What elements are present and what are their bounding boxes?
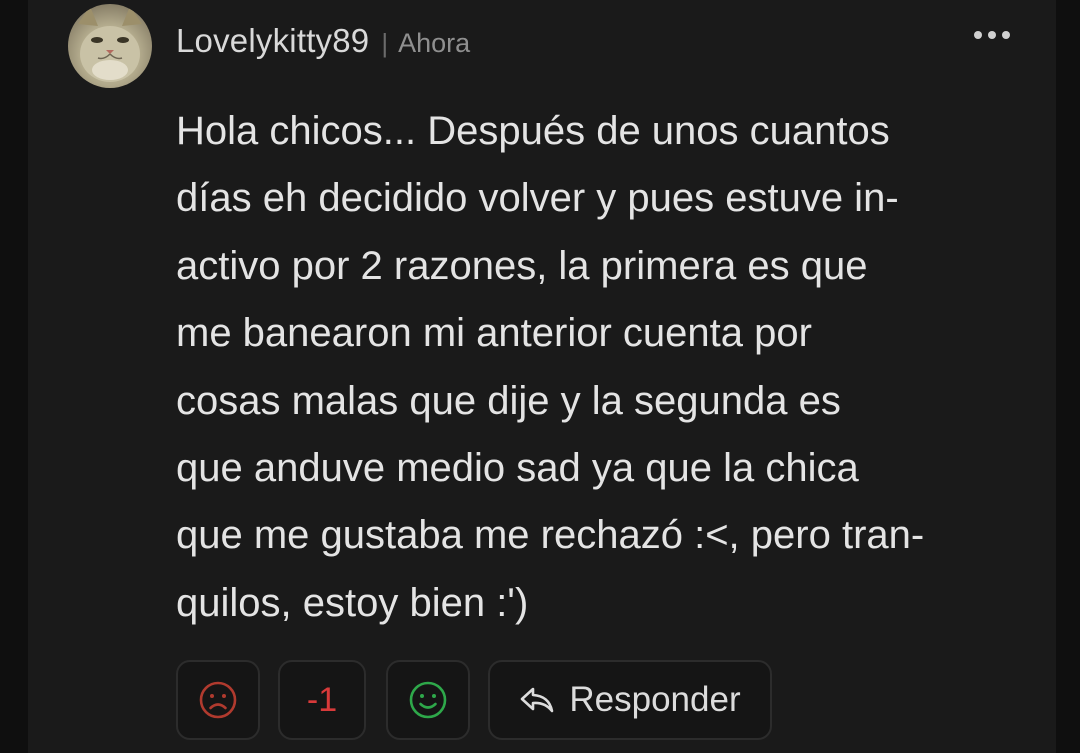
score-value: -1: [306, 680, 338, 719]
reply-label: Responder: [569, 680, 741, 719]
comment-body: Hola chicos... Después de unos cuantos d…: [176, 109, 925, 625]
downvote-button[interactable]: [176, 660, 260, 740]
avatar[interactable]: [68, 4, 152, 88]
timestamp: Ahora: [398, 28, 471, 58]
header-separator: |: [381, 28, 389, 58]
dot: [988, 31, 996, 39]
reply-arrow-icon: [519, 685, 555, 715]
upvote-button[interactable]: [386, 660, 470, 740]
sad-face-icon: [198, 680, 238, 720]
comment-card: Lovelykitty89 | Ahora Hola chicos... Des…: [28, 0, 1056, 753]
dot: [974, 31, 982, 39]
comment-header: Lovelykitty89 | Ahora: [176, 22, 470, 60]
reply-button[interactable]: Responder: [488, 660, 772, 740]
cat-avatar-image: [78, 6, 142, 82]
more-options-icon[interactable]: [974, 28, 1010, 42]
score-badge: -1: [278, 660, 366, 740]
happy-face-icon: [408, 680, 448, 720]
dot: [1002, 31, 1010, 39]
username[interactable]: Lovelykitty89: [176, 22, 369, 60]
